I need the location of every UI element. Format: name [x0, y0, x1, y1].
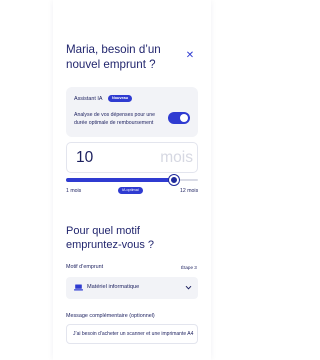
page-title: Maria, besoin d’un nouvel emprunt ? [66, 43, 161, 71]
duration-unit: mois [160, 149, 193, 166]
duration-input[interactable]: 10 mois [66, 142, 198, 173]
chevron-down-icon [185, 285, 192, 290]
message-text: J’ai besoin d’acheter un scanner et une … [73, 331, 194, 337]
ai-assistant-toggle[interactable] [168, 112, 190, 124]
ai-optimal-badge: IA optimal [118, 187, 143, 194]
purpose-field-label: Motif d’emprunt [66, 264, 104, 270]
slider-min-label: 1 mois [66, 188, 82, 194]
new-badge: Nouveau [108, 95, 133, 102]
ai-assistant-card: Assistant IA Nouveau Analyse de vos dépe… [66, 87, 198, 137]
purpose-select[interactable]: Matériel informatique [66, 277, 198, 299]
message-textarea[interactable]: J’ai besoin d’acheter un scanner et une … [66, 324, 198, 344]
close-icon[interactable]: ✕ [185, 51, 195, 61]
message-label: Message complémentaire (optionnel) [66, 313, 155, 319]
laptop-icon [74, 284, 83, 291]
step-label: Étape 3 [181, 265, 197, 270]
purpose-select-value: Matériel informatique [87, 284, 140, 290]
slider-max-label: 12 mois [180, 188, 199, 194]
duration-value: 10 [76, 149, 94, 166]
toggle-knob [180, 114, 188, 122]
duration-slider[interactable] [66, 175, 198, 185]
ai-assistant-description: Analyse de vos dépenses pour une durée o… [74, 112, 156, 126]
purpose-title: Pour quel motif empruntez-vous ? [66, 225, 155, 251]
ai-assistant-label: Assistant IA [74, 96, 103, 102]
slider-thumb[interactable] [169, 175, 179, 185]
slider-fill [66, 178, 174, 182]
